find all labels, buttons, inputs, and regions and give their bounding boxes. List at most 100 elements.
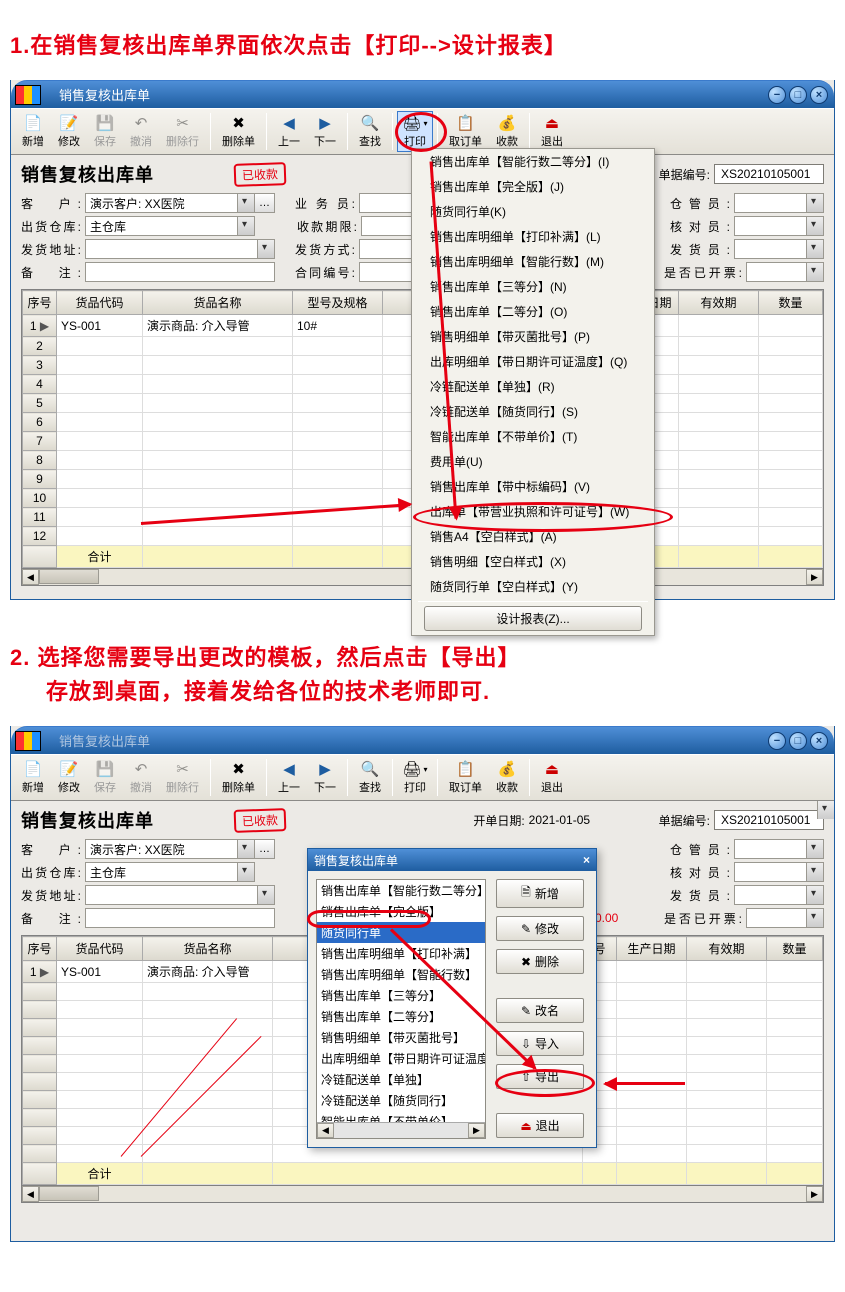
- minimize-button[interactable]: −: [768, 732, 786, 750]
- scroll-right-icon[interactable]: ▶: [806, 569, 823, 585]
- template-list-item[interactable]: 销售出库单【二等分】: [317, 1006, 485, 1027]
- template-list-item[interactable]: 随货同行单: [317, 922, 485, 943]
- print-menu-item[interactable]: 销售出库单【带中标编码】(V): [412, 474, 654, 499]
- toolbar-search[interactable]: 🔍查找: [352, 111, 388, 152]
- col-name[interactable]: 货品名称: [143, 937, 273, 961]
- h-scrollbar[interactable]: ◀ ▶: [21, 1186, 824, 1203]
- lookup-button[interactable]: …: [255, 839, 275, 859]
- print-menu-item[interactable]: 销售出库单【二等分】(O): [412, 299, 654, 324]
- dialog-edit-button[interactable]: ✎修改: [496, 916, 584, 941]
- template-list-item[interactable]: 销售出库单【智能行数二等分】: [317, 880, 485, 901]
- col-qty[interactable]: 数量: [767, 937, 823, 961]
- col-qty[interactable]: 数量: [759, 291, 823, 315]
- shipper-dropdown[interactable]: [734, 885, 824, 905]
- scroll-left-icon[interactable]: ◀: [22, 1186, 39, 1202]
- checker-dropdown[interactable]: [734, 862, 824, 882]
- dialog-close-button[interactable]: ×: [583, 853, 590, 867]
- shipper-dropdown[interactable]: [734, 239, 824, 259]
- template-list-item[interactable]: 销售出库明细单【打印补满】: [317, 943, 485, 964]
- template-list-item[interactable]: 销售出库单【三等分】: [317, 985, 485, 1006]
- print-menu-item[interactable]: 销售出库单【完全版】(J): [412, 174, 654, 199]
- dialog-import-button[interactable]: ⇩导入: [496, 1031, 584, 1056]
- toolbar-receipt[interactable]: 💰收款: [489, 111, 525, 152]
- print-menu-item[interactable]: 销售A4【空白样式】(A): [412, 524, 654, 549]
- scroll-left-icon[interactable]: ◀: [317, 1123, 334, 1138]
- dialog-export-button[interactable]: ⇧导出: [496, 1064, 584, 1089]
- maximize-button[interactable]: □: [789, 732, 807, 750]
- toolbar-print[interactable]: 🖨▾打印: [397, 111, 433, 152]
- col-spec[interactable]: 型号及规格: [293, 291, 383, 315]
- template-list-item[interactable]: 冷链配送单【随货同行】: [317, 1090, 485, 1111]
- toolbar-edit[interactable]: 📝修改: [51, 111, 87, 152]
- maximize-button[interactable]: □: [789, 86, 807, 104]
- col-seq[interactable]: 序号: [23, 291, 57, 315]
- toolbar-delorder[interactable]: ✖删除单: [215, 111, 262, 152]
- template-list-item[interactable]: 销售明细单【带灭菌批号】: [317, 1027, 485, 1048]
- print-menu-item[interactable]: 销售明细【空白样式】(X): [412, 549, 654, 574]
- depot-dropdown[interactable]: 主仓库: [85, 862, 255, 882]
- whkeeper-dropdown[interactable]: [734, 839, 824, 859]
- toolbar-prev[interactable]: ◀上一: [271, 757, 307, 798]
- toolbar-revoke[interactable]: 📋取订单: [442, 757, 489, 798]
- toolbar-exit[interactable]: ⏏退出: [534, 111, 570, 152]
- toolbar-next[interactable]: ▶下一: [307, 757, 343, 798]
- scroll-right-icon[interactable]: ▶: [468, 1123, 485, 1138]
- print-menu-item[interactable]: 出库明细单【带日期许可证温度】(Q): [412, 349, 654, 374]
- col-seq[interactable]: 序号: [23, 937, 57, 961]
- print-menu-item[interactable]: 出库单【带营业执照和许可证号】(W): [412, 499, 654, 524]
- whkeeper-dropdown[interactable]: [734, 193, 824, 213]
- toolbar-prev[interactable]: ◀上一: [271, 111, 307, 152]
- depot-dropdown[interactable]: 主仓库: [85, 216, 255, 236]
- date-dropdown[interactable]: 2021-01-05: [529, 813, 629, 827]
- scroll-right-icon[interactable]: ▶: [806, 1186, 823, 1202]
- dialog-delete-button[interactable]: ✖删除: [496, 949, 584, 974]
- print-menu-item[interactable]: 销售出库明细单【智能行数】(M): [412, 249, 654, 274]
- print-menu-item[interactable]: 费用单(U): [412, 449, 654, 474]
- customer-dropdown[interactable]: 演示客户: XX医院: [85, 193, 255, 213]
- toolbar-revoke[interactable]: 📋取订单: [442, 111, 489, 152]
- col-exp[interactable]: 有效期: [687, 937, 767, 961]
- listbox-h-scrollbar[interactable]: ◀ ▶: [317, 1122, 485, 1138]
- scroll-left-icon[interactable]: ◀: [22, 569, 39, 585]
- print-menu-item[interactable]: 冷链配送单【单独】(R): [412, 374, 654, 399]
- invoiced-dropdown[interactable]: [746, 262, 824, 282]
- checker-dropdown[interactable]: [734, 216, 824, 236]
- close-button[interactable]: ×: [810, 732, 828, 750]
- print-menu-item[interactable]: 销售出库单【智能行数二等分】(I): [412, 149, 654, 174]
- print-menu-item[interactable]: 随货同行单【空白样式】(Y): [412, 574, 654, 599]
- print-menu-item[interactable]: 冷链配送单【随货同行】(S): [412, 399, 654, 424]
- dialog-new-button[interactable]: 🗎新增: [496, 879, 584, 908]
- toolbar-exit[interactable]: ⏏退出: [534, 757, 570, 798]
- minimize-button[interactable]: −: [768, 86, 786, 104]
- close-button[interactable]: ×: [810, 86, 828, 104]
- template-listbox[interactable]: 销售出库单【智能行数二等分】销售出库单【完全版】随货同行单销售出库明细单【打印补…: [316, 879, 486, 1139]
- col-exp[interactable]: 有效期: [679, 291, 759, 315]
- print-menu-item[interactable]: 销售明细单【带灭菌批号】(P): [412, 324, 654, 349]
- remark-input[interactable]: [85, 908, 275, 928]
- lookup-button[interactable]: …: [255, 193, 275, 213]
- template-list-item[interactable]: 销售出库明细单【智能行数】: [317, 964, 485, 985]
- toolbar-receipt[interactable]: 💰收款: [489, 757, 525, 798]
- col-name[interactable]: 货品名称: [143, 291, 293, 315]
- print-menu-item[interactable]: 智能出库单【不带单价】(T): [412, 424, 654, 449]
- dialog-exit-button[interactable]: ⏏退出: [496, 1113, 584, 1138]
- invoiced-dropdown[interactable]: [746, 908, 824, 928]
- design-report-button[interactable]: 设计报表(Z)...: [424, 606, 642, 631]
- shipaddr-dropdown[interactable]: [85, 885, 275, 905]
- toolbar-new[interactable]: 📄新增: [15, 757, 51, 798]
- shipaddr-dropdown[interactable]: [85, 239, 275, 259]
- print-menu-item[interactable]: 销售出库明细单【打印补满】(L): [412, 224, 654, 249]
- toolbar-search[interactable]: 🔍查找: [352, 757, 388, 798]
- col-code[interactable]: 货品代码: [57, 937, 143, 961]
- remark-input[interactable]: [85, 262, 275, 282]
- customer-dropdown[interactable]: 演示客户: XX医院: [85, 839, 255, 859]
- col-code[interactable]: 货品代码: [57, 291, 143, 315]
- template-list-item[interactable]: 销售出库单【完全版】: [317, 901, 485, 922]
- col-prodate[interactable]: 生产日期: [617, 937, 687, 961]
- dialog-rename-button[interactable]: ✎改名: [496, 998, 584, 1023]
- toolbar-edit[interactable]: 📝修改: [51, 757, 87, 798]
- print-menu-item[interactable]: 销售出库单【三等分】(N): [412, 274, 654, 299]
- template-list-item[interactable]: 冷链配送单【单独】: [317, 1069, 485, 1090]
- toolbar-new[interactable]: 📄新增: [15, 111, 51, 152]
- template-list-item[interactable]: 出库明细单【带日期许可证温度】: [317, 1048, 485, 1069]
